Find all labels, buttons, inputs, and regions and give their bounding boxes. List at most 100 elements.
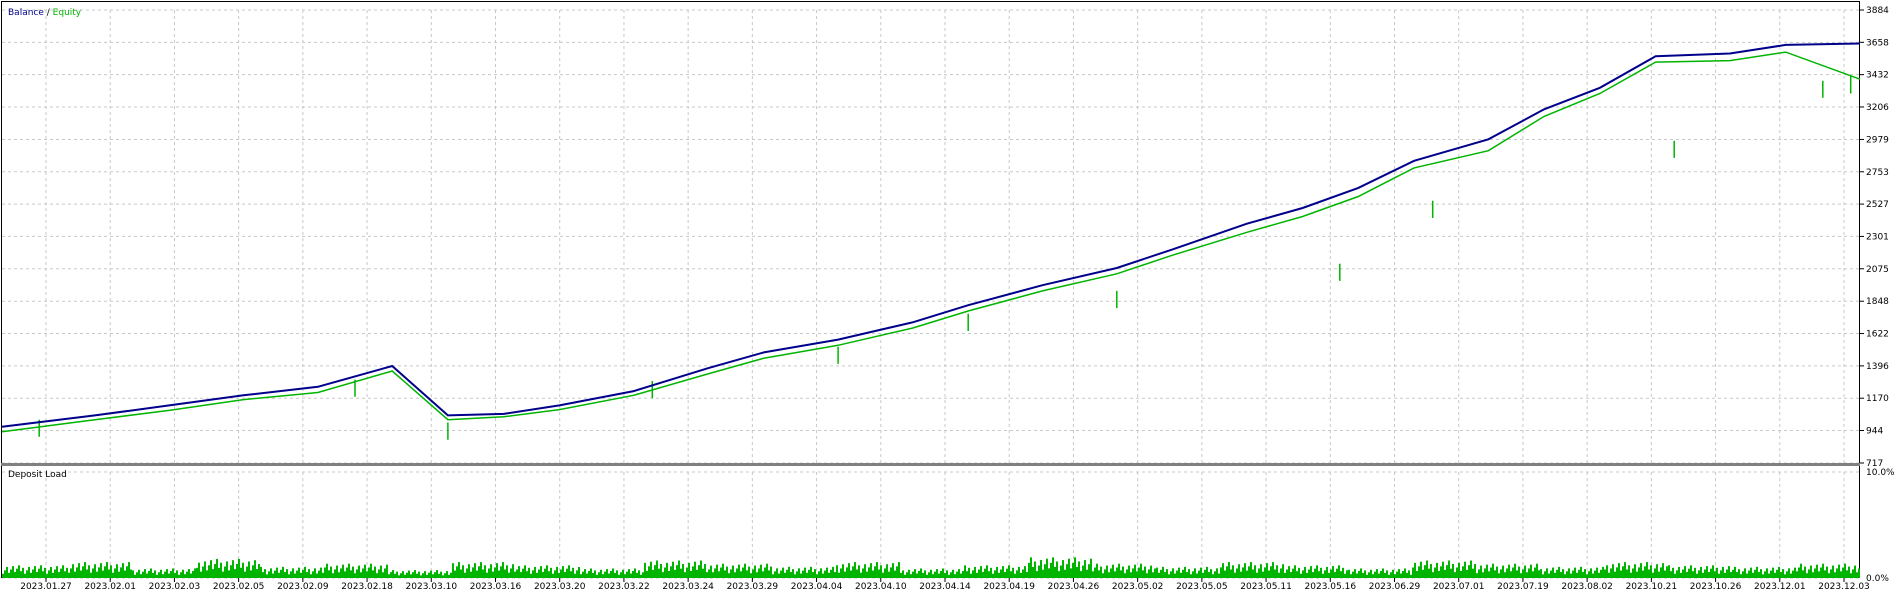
deposit-load-bar <box>1858 568 1860 578</box>
deposit-load-bar <box>730 569 732 578</box>
deposit-load-bar <box>1766 568 1768 578</box>
deposit-load-bar <box>144 569 146 578</box>
deposit-load-bar <box>270 568 272 578</box>
deposit-load-bar <box>1634 564 1636 578</box>
deposit-load-bar <box>898 562 900 578</box>
deposit-load-bar <box>1842 567 1844 578</box>
deposit-load-bar <box>1052 557 1054 578</box>
deposit-load-bar <box>492 571 494 578</box>
deposit-load-bar <box>728 573 730 578</box>
deposit-load-bar <box>1808 569 1810 578</box>
deposit-load-bar <box>140 574 142 578</box>
deposit-load-bar <box>796 571 798 578</box>
deposit-load-bar <box>1174 573 1176 578</box>
deposit-load-bar <box>284 572 286 578</box>
deposit-load-bar <box>332 573 334 578</box>
deposit-load-bar <box>1640 563 1642 578</box>
deposit-load-bar <box>542 572 544 578</box>
deposit-load-bar <box>846 567 848 578</box>
deposit-load-bar <box>972 570 974 578</box>
deposit-load-bar <box>1594 570 1596 578</box>
deposit-load-bar <box>126 566 128 578</box>
deposit-load-bar <box>1848 566 1850 578</box>
deposit-load-bar <box>922 572 924 578</box>
deposit-load-bar <box>452 563 454 578</box>
deposit-load-bar <box>38 568 40 578</box>
deposit-load-bar <box>826 567 828 578</box>
deposit-load-bar <box>100 563 102 578</box>
deposit-load-bar <box>1504 572 1506 578</box>
deposit-load-bar <box>1208 572 1210 578</box>
deposit-load-bar <box>1204 569 1206 578</box>
deposit-load-bar <box>1612 564 1614 578</box>
deposit-load-bar <box>644 562 646 578</box>
deposit-load-bar <box>1374 571 1376 578</box>
deposit-load-bar <box>488 568 490 578</box>
deposit-load-bar <box>1242 567 1244 578</box>
deposit-load-bar <box>410 574 412 578</box>
deposit-load-bar <box>1480 565 1482 578</box>
deposit-load-bar <box>1298 567 1300 578</box>
deposit-load-bar <box>1420 561 1422 578</box>
deposit-load-grid <box>2 471 1860 579</box>
deposit-load-bar <box>1320 567 1322 578</box>
deposit-load-bar <box>1196 573 1198 578</box>
deposit-load-bar <box>246 566 248 578</box>
deposit-load-bar <box>1674 573 1676 578</box>
deposit-load-bar <box>954 574 956 578</box>
deposit-load-bar <box>878 569 880 578</box>
deposit-load-bar <box>1702 572 1704 578</box>
deposit-load-bar <box>168 573 170 578</box>
deposit-load-bar <box>416 573 418 578</box>
x-tick-label: 2023.03.22 <box>598 582 650 592</box>
deposit-load-bar <box>1652 572 1654 578</box>
deposit-load-bar <box>1370 569 1372 578</box>
deposit-load-bar <box>1122 566 1124 578</box>
deposit-load-bar <box>506 565 508 578</box>
deposit-load-bar <box>1404 568 1406 578</box>
deposit-load-bar <box>1676 570 1678 578</box>
x-tick-label: 2023.04.14 <box>919 582 971 592</box>
deposit-load-bar <box>1812 572 1814 578</box>
deposit-load-bar <box>1678 566 1680 578</box>
deposit-load-bar <box>466 568 468 578</box>
deposit-load-bar <box>748 566 750 578</box>
deposit-load-bar <box>304 566 306 578</box>
deposit-load-bar <box>1796 571 1798 578</box>
deposit-load-bar <box>178 574 180 578</box>
x-tick-label: 2023.07.19 <box>1497 582 1549 592</box>
deposit-load-bar <box>1512 567 1514 578</box>
deposit-load-bar <box>864 564 866 578</box>
deposit-load-bar <box>1626 569 1628 578</box>
deposit-load-bar <box>1296 571 1298 578</box>
deposit-load-bar <box>128 562 130 578</box>
deposit-load-bar <box>1078 561 1080 578</box>
deposit-load-bar <box>1784 574 1786 578</box>
deposit-load-bar <box>1410 574 1412 578</box>
deposit-load-bar <box>1004 572 1006 578</box>
deposit-load-bar <box>718 571 720 578</box>
deposit-load-bar <box>1778 566 1780 578</box>
deposit-load-bar <box>1154 568 1156 578</box>
deposit-load-bar <box>1692 571 1694 578</box>
deposit-load-bar <box>1448 560 1450 578</box>
deposit-load-bar <box>1500 569 1502 578</box>
deposit-load-bar <box>872 570 874 578</box>
deposit-load-bar <box>1084 560 1086 578</box>
deposit-load-bar <box>354 573 356 578</box>
deposit-load-bar <box>118 571 120 578</box>
deposit-load-bar <box>234 569 236 578</box>
deposit-load-bar <box>1650 565 1652 578</box>
deposit-load-bar <box>1054 566 1056 578</box>
deposit-load-bar <box>340 568 342 578</box>
deposit-load-bar <box>1022 569 1024 578</box>
deposit-load-bar <box>1846 570 1848 578</box>
deposit-load-bar <box>1036 571 1038 578</box>
deposit-load-bar <box>1120 570 1122 578</box>
deposit-load-bar <box>356 569 358 578</box>
deposit-load-bar <box>870 563 872 578</box>
x-tick-label: 2023.02.18 <box>341 582 393 592</box>
deposit-load-bar <box>314 568 316 578</box>
deposit-load-bar <box>944 572 946 578</box>
deposit-load-bar <box>676 565 678 578</box>
